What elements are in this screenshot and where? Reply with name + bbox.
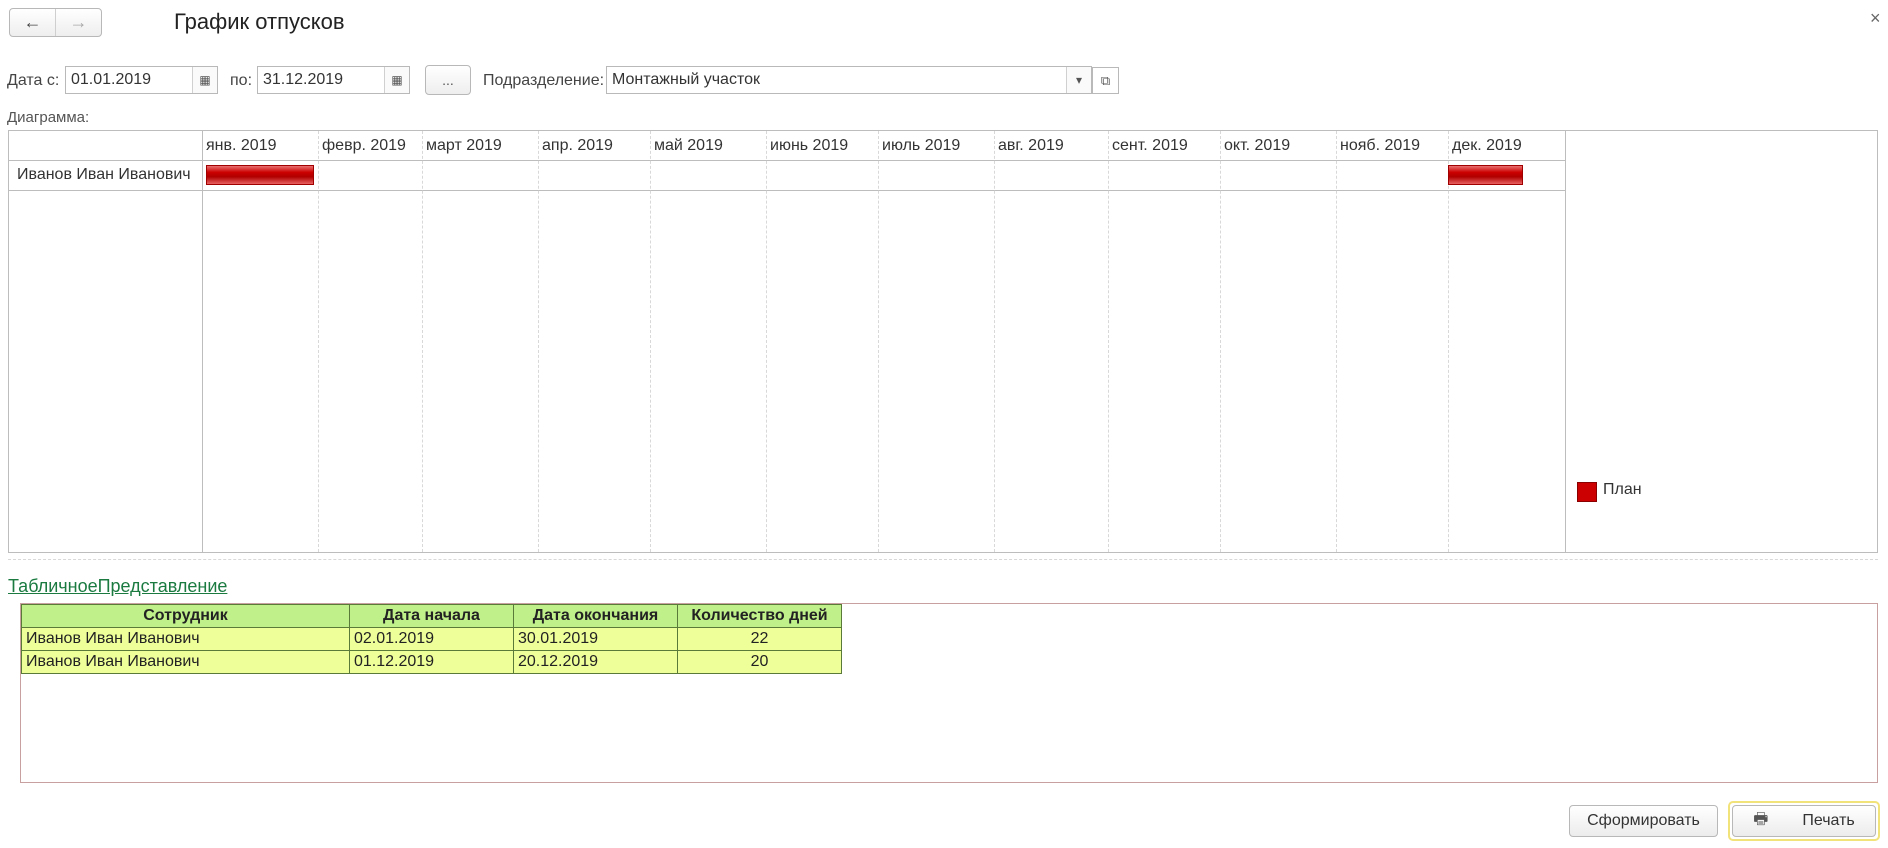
gantt-header-divider bbox=[9, 160, 1565, 161]
gantt-chart[interactable]: Иванов Иван Иванович План янв. 2019 февр.… bbox=[8, 130, 1878, 553]
cell-start-date[interactable]: 01.12.2019 bbox=[349, 650, 514, 674]
gantt-name-column-divider bbox=[202, 131, 203, 552]
gantt-month-gridline bbox=[318, 131, 319, 552]
cell-end-date[interactable]: 30.01.2019 bbox=[513, 627, 678, 651]
gantt-month-label: дек. 2019 bbox=[1452, 137, 1522, 154]
gantt-month-gridline bbox=[1336, 131, 1337, 552]
header-start-date[interactable]: Дата начала bbox=[349, 604, 514, 628]
gantt-bar-plan[interactable] bbox=[1448, 165, 1524, 185]
forward-arrow-icon[interactable]: → bbox=[55, 9, 101, 36]
table-row: Иванов Иван Иванович 02.01.2019 30.01.20… bbox=[21, 627, 842, 651]
gantt-month-label: март 2019 bbox=[426, 137, 502, 154]
header-end-date[interactable]: Дата окончания bbox=[513, 604, 678, 628]
cell-end-date[interactable]: 20.12.2019 bbox=[513, 650, 678, 674]
cell-start-date[interactable]: 02.01.2019 bbox=[349, 627, 514, 651]
legend-swatch-plan bbox=[1577, 482, 1597, 502]
chevron-down-icon[interactable]: ▾ bbox=[1066, 67, 1091, 93]
gantt-row-name: Иванов Иван Иванович bbox=[17, 166, 191, 183]
gantt-month-gridline bbox=[878, 131, 879, 552]
section-separator bbox=[8, 559, 1878, 560]
date-from-value[interactable]: 01.01.2019 bbox=[66, 71, 192, 89]
vacation-table: Сотрудник Дата начала Дата окончания Кол… bbox=[21, 604, 842, 674]
gantt-bar-plan[interactable] bbox=[205, 165, 315, 185]
gantt-month-gridline bbox=[766, 131, 767, 552]
header-employee[interactable]: Сотрудник bbox=[21, 604, 350, 628]
gantt-month-label: апр. 2019 bbox=[542, 137, 613, 154]
table-header-row: Сотрудник Дата начала Дата окончания Кол… bbox=[21, 604, 842, 628]
gantt-month-gridline bbox=[1220, 131, 1221, 552]
gantt-chart-right-edge bbox=[1565, 131, 1566, 552]
gantt-month-label: окт. 2019 bbox=[1224, 137, 1291, 154]
gantt-month-gridline bbox=[994, 131, 995, 552]
print-button-label: Печать bbox=[1802, 812, 1855, 829]
navigation-buttons: ← → bbox=[9, 8, 102, 37]
date-to-value[interactable]: 31.12.2019 bbox=[258, 71, 384, 89]
select-period-button[interactable]: ... bbox=[425, 65, 471, 95]
gantt-row-divider bbox=[9, 190, 1565, 191]
close-icon[interactable]: × bbox=[1870, 8, 1881, 29]
department-value[interactable]: Монтажный участок bbox=[607, 71, 1066, 89]
date-from-label: Дата с: bbox=[7, 72, 60, 89]
gantt-month-label: янв. 2019 bbox=[206, 137, 277, 154]
print-button-focus: 🖶 Печать bbox=[1728, 801, 1880, 841]
back-arrow-icon[interactable]: ← bbox=[10, 9, 55, 36]
gantt-month-label: июль 2019 bbox=[882, 137, 961, 154]
legend-label-plan: План bbox=[1603, 481, 1642, 498]
cell-days-count[interactable]: 22 bbox=[677, 627, 842, 651]
gantt-month-label: авг. 2019 bbox=[998, 137, 1064, 154]
gantt-month-gridline bbox=[650, 131, 651, 552]
gantt-month-gridline bbox=[1108, 131, 1109, 552]
gantt-month-label: февр. 2019 bbox=[322, 137, 406, 154]
spreadsheet-document[interactable]: Сотрудник Дата начала Дата окончания Кол… bbox=[20, 603, 1878, 783]
header-days-count[interactable]: Количество дней bbox=[677, 604, 842, 628]
printer-icon: 🖶 bbox=[1753, 810, 1769, 828]
gantt-month-label: нояб. 2019 bbox=[1340, 137, 1421, 154]
generate-button[interactable]: Сформировать bbox=[1569, 805, 1718, 837]
gantt-month-label: июнь 2019 bbox=[770, 137, 849, 154]
gantt-month-label: сент. 2019 bbox=[1112, 137, 1188, 154]
department-label: Подразделение: bbox=[483, 72, 605, 89]
cell-employee[interactable]: Иванов Иван Иванович bbox=[21, 650, 350, 674]
page-title: График отпусков bbox=[174, 9, 345, 34]
calendar-icon[interactable]: ▦ bbox=[384, 67, 409, 93]
date-to-field[interactable]: 31.12.2019 ▦ bbox=[257, 66, 410, 94]
gantt-month-gridline bbox=[538, 131, 539, 552]
department-field[interactable]: Монтажный участок ▾ bbox=[606, 66, 1092, 94]
calendar-icon[interactable]: ▦ bbox=[192, 67, 217, 93]
gantt-month-gridline bbox=[422, 131, 423, 552]
table-row: Иванов Иван Иванович 01.12.2019 20.12.20… bbox=[21, 650, 842, 674]
gantt-month-label: май 2019 bbox=[654, 137, 723, 154]
cell-employee[interactable]: Иванов Иван Иванович bbox=[21, 627, 350, 651]
cell-days-count[interactable]: 20 bbox=[677, 650, 842, 674]
diagram-label: Диаграмма: bbox=[7, 109, 90, 126]
open-icon[interactable]: ⧉ bbox=[1092, 67, 1119, 94]
date-to-label: по: bbox=[230, 72, 253, 89]
table-view-link[interactable]: ТабличноеПредставление bbox=[8, 576, 227, 597]
gantt-month-gridline bbox=[1448, 131, 1449, 552]
print-button[interactable]: 🖶 Печать bbox=[1732, 805, 1876, 837]
date-from-field[interactable]: 01.01.2019 ▦ bbox=[65, 66, 218, 94]
